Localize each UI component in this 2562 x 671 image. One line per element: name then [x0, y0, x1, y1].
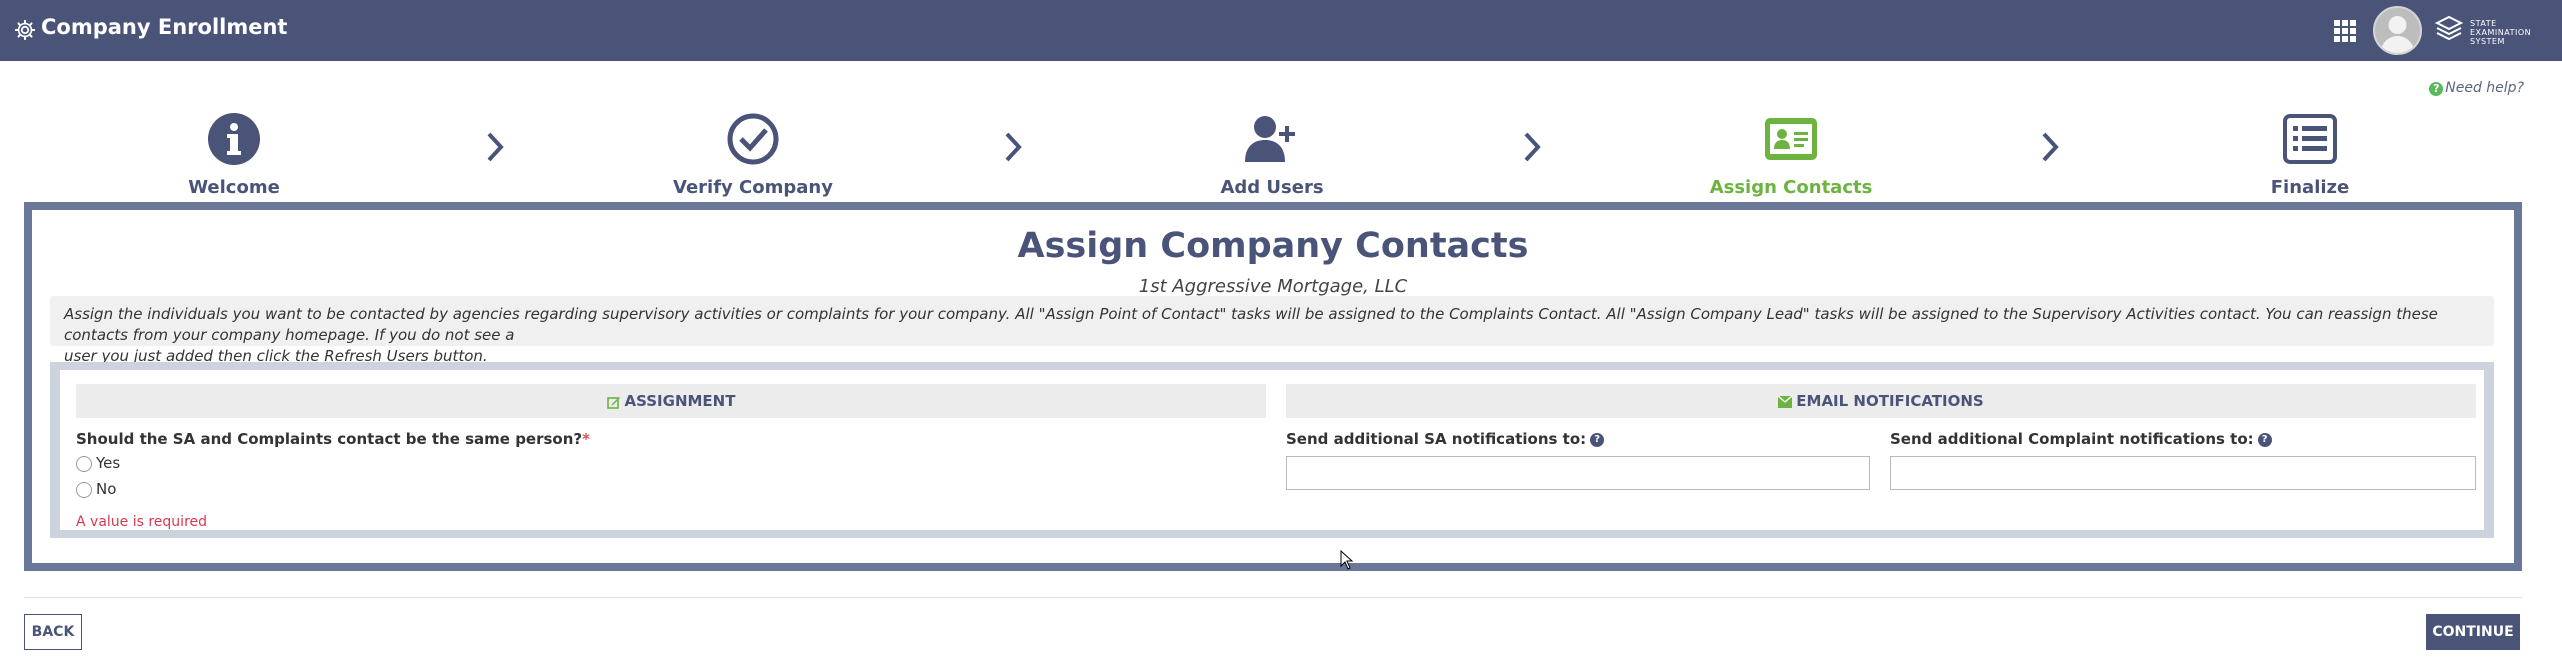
- chevron-right-icon: [1005, 132, 1022, 162]
- main-panel-body: Assign Company Contacts 1st Aggressive M…: [32, 210, 2514, 563]
- edit-icon: [606, 396, 620, 409]
- apps-grid-icon[interactable]: [2334, 20, 2356, 42]
- chevron-right-icon: [2042, 132, 2059, 162]
- sa-notifications-label: Send additional SA notifications to:?: [1286, 430, 1605, 448]
- gear-icon[interactable]: [14, 19, 36, 41]
- state-examination-system-logo-icon: [2434, 15, 2464, 41]
- page-title: Assign Company Contacts: [1017, 226, 1529, 266]
- envelope-icon: [1778, 395, 1793, 408]
- email-notifications-section-header: EMAIL NOTIFICATIONS: [1286, 384, 2476, 418]
- user-silhouette-icon: [2380, 16, 2415, 53]
- contact-card-icon: [1765, 118, 1817, 160]
- radio-button[interactable]: [76, 455, 92, 472]
- logo-text: STATE EXAMINATION SYSTEM: [2470, 19, 2532, 46]
- top-bar: Company Enrollment STATE EXAMINATION SYS…: [0, 0, 2562, 61]
- check-circle-icon: [727, 113, 779, 165]
- app-title: Company Enrollment: [41, 15, 288, 39]
- step-add-users[interactable]: Add Users: [1162, 112, 1382, 198]
- main-panel: Assign Company Contacts 1st Aggressive M…: [24, 202, 2522, 571]
- complaint-notifications-input[interactable]: [1890, 456, 2476, 490]
- complaint-notifications-label: Send additional Complaint notifications …: [1890, 430, 2272, 448]
- help-icon[interactable]: ?: [1590, 432, 1605, 447]
- assignment-section-header: ASSIGNMENT: [76, 384, 1266, 418]
- required-asterisk: *: [582, 430, 590, 448]
- back-button[interactable]: BACK: [24, 614, 82, 650]
- need-help-link[interactable]: ? Need help?: [2429, 80, 2524, 96]
- step-label: Add Users: [1220, 177, 1324, 198]
- radio-yes[interactable]: Yes: [76, 454, 120, 472]
- step-finalize[interactable]: Finalize: [2200, 112, 2420, 198]
- company-name: 1st Aggressive Mortgage, LLC: [1138, 276, 1408, 297]
- form-body: ASSIGNMENT Should the SA and Complaints …: [60, 370, 2484, 530]
- info-circle-icon: [208, 113, 260, 165]
- sa-notifications-input[interactable]: [1286, 456, 1870, 490]
- step-welcome[interactable]: Welcome: [124, 112, 344, 198]
- user-plus-icon: [1245, 116, 1295, 162]
- step-label: Welcome: [188, 177, 280, 198]
- step-label: Verify Company: [673, 177, 833, 198]
- validation-error: A value is required: [76, 514, 208, 530]
- continue-button[interactable]: CONTINUE: [2426, 614, 2520, 650]
- radio-button[interactable]: [76, 481, 92, 498]
- help-icon[interactable]: ?: [2257, 432, 2272, 447]
- footer-divider: [24, 597, 2522, 598]
- same-contact-question: Should the SA and Complaints contact be …: [76, 430, 590, 448]
- step-label: Assign Contacts: [1709, 177, 1873, 198]
- avatar[interactable]: [2373, 6, 2422, 55]
- chevron-right-icon: [487, 132, 504, 162]
- step-label: Finalize: [2270, 177, 2350, 198]
- form-area: ASSIGNMENT Should the SA and Complaints …: [50, 362, 2494, 538]
- chevron-right-icon: [1524, 132, 1541, 162]
- step-verify-company[interactable]: Verify Company: [643, 112, 863, 198]
- instructions-box: Assign the individuals you want to be co…: [50, 296, 2494, 365]
- radio-no[interactable]: No: [76, 480, 116, 498]
- list-icon: [2283, 114, 2337, 164]
- help-icon: ?: [2429, 82, 2444, 96]
- instructions-line: Assign the individuals you want to be co…: [64, 305, 2438, 344]
- step-assign-contacts[interactable]: Assign Contacts: [1681, 112, 1901, 198]
- mouse-cursor-icon: [1340, 550, 1354, 570]
